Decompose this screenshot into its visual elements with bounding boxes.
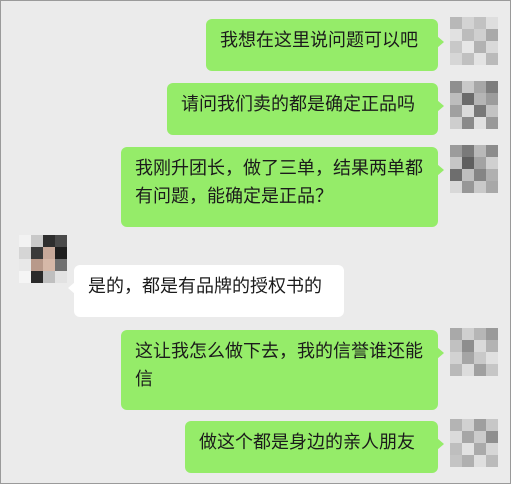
message-bubble-outgoing[interactable]: 我想在这里说问题可以吧 xyxy=(206,19,444,71)
user-avatar-blurred[interactable] xyxy=(450,81,498,129)
message-bubble-incoming[interactable]: 是的，都是有品牌的授权书的 xyxy=(68,265,344,317)
user-avatar-blurred[interactable] xyxy=(450,328,498,376)
user-avatar-blurred[interactable] xyxy=(450,419,498,467)
contact-avatar-blurred[interactable] xyxy=(19,235,67,283)
message-bubble-outgoing[interactable]: 我刚升团长，做了三单，结果两单都有问题，能确定是正品？ xyxy=(121,147,444,227)
user-avatar-blurred[interactable] xyxy=(450,145,498,193)
chat-window: 我想在这里说问题可以吧 请问我们卖的都是确定正品吗 我刚升团长，做了三单，结果两… xyxy=(0,0,511,484)
message-bubble-outgoing[interactable]: 这让我怎么做下去，我的信誉谁还能信 xyxy=(121,330,444,410)
message-bubble-outgoing[interactable]: 做这个都是身边的亲人朋友 xyxy=(185,421,444,473)
message-bubble-outgoing[interactable]: 请问我们卖的都是确定正品吗 xyxy=(167,83,444,135)
user-avatar-blurred[interactable] xyxy=(450,17,498,65)
